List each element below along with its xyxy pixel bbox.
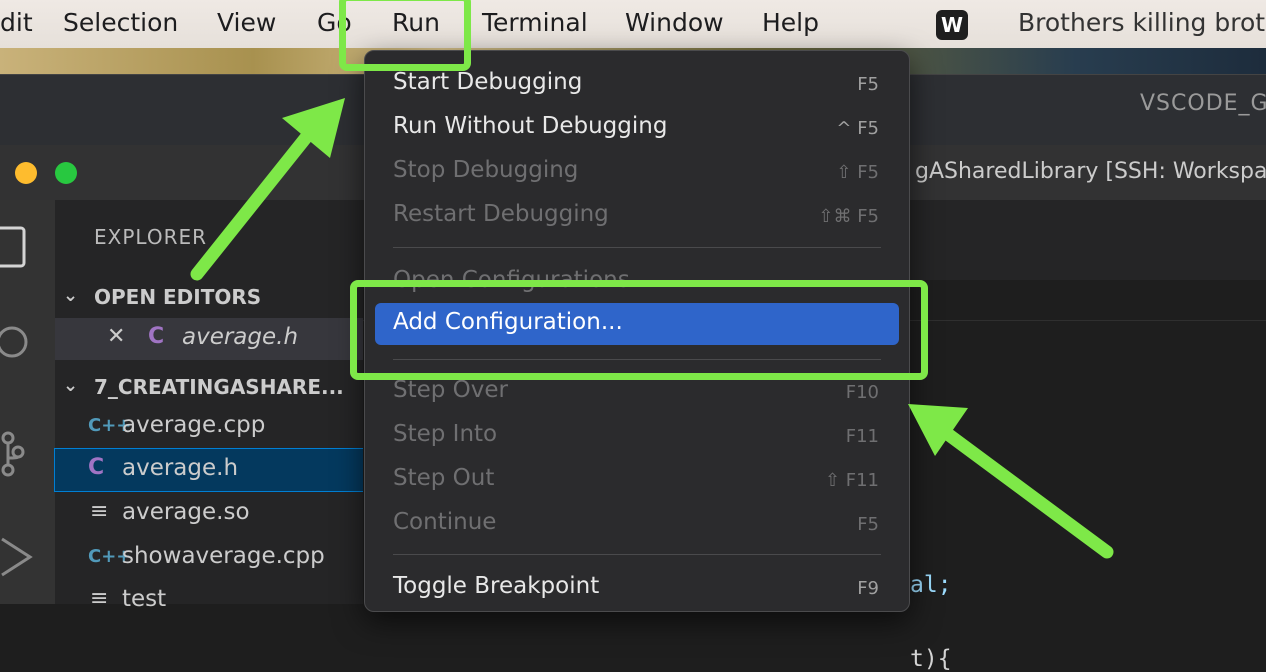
menu-window[interactable]: Window	[625, 8, 724, 37]
menu-separator	[393, 554, 881, 555]
add-configuration-highlight	[350, 280, 928, 380]
menu-item-shortcut: F5	[857, 514, 879, 535]
toggle-breakpoint-item[interactable]: Toggle Breakpoint F9	[375, 567, 899, 609]
search-icon[interactable]	[0, 322, 36, 362]
activity-bar	[0, 200, 55, 604]
menu-item-shortcut: ⇧ F5	[836, 162, 879, 183]
menu-terminal[interactable]: Terminal	[482, 8, 588, 37]
background-window-title: VSCODE_G	[1140, 91, 1266, 116]
file-name: showaverage.cpp	[122, 543, 325, 569]
file-name: average.so	[122, 499, 250, 525]
menu-separator	[393, 247, 881, 248]
menu-item-shortcut: F5	[857, 74, 879, 95]
file-item[interactable]: C++ showaverage.cpp	[55, 537, 363, 579]
stop-debugging-item: Stop Debugging ⇧ F5	[375, 151, 899, 193]
code-line: t){	[910, 646, 952, 672]
menu-edit[interactable]: dit	[0, 8, 33, 37]
source-control-icon[interactable]	[0, 430, 36, 480]
run-without-debugging-item[interactable]: Run Without Debugging ^ F5	[375, 107, 899, 149]
restart-debugging-item: Restart Debugging ⇧⌘ F5	[375, 195, 899, 237]
step-out-item: Step Out ⇧ F11	[375, 459, 899, 501]
chevron-down-icon: ⌄	[63, 375, 79, 396]
menu-item-label: Continue	[393, 509, 497, 535]
c-file-icon: C	[148, 324, 165, 349]
menu-view[interactable]: View	[217, 8, 276, 37]
open-editors-label: OPEN EDITORS	[94, 285, 262, 309]
menu-selection[interactable]: Selection	[63, 8, 178, 37]
macos-menu-bar: dit Selection View Go Run Terminal Windo…	[0, 0, 1266, 48]
explorer-icon[interactable]	[0, 222, 30, 272]
continue-item: Continue F5	[375, 503, 899, 545]
menu-help[interactable]: Help	[762, 8, 819, 37]
minimize-button[interactable]	[15, 162, 37, 184]
now-playing-text[interactable]: Brothers killing brot	[1018, 8, 1265, 37]
close-icon[interactable]: ✕	[107, 324, 125, 349]
step-into-item: Step Into F11	[375, 415, 899, 457]
file-item-selected[interactable]: C average.h	[54, 448, 364, 492]
menu-item-shortcut: ⇧⌘ F5	[818, 206, 879, 227]
open-editor-name: average.h	[182, 324, 299, 350]
run-debug-icon[interactable]	[0, 535, 36, 585]
menu-item-label: Step Over	[393, 377, 508, 403]
code-line: al;	[910, 572, 952, 598]
menu-item-label: Run Without Debugging	[393, 113, 668, 139]
folder-label: 7_CREATINGASHARE...	[94, 375, 344, 399]
file-item[interactable]: ≡ average.so	[55, 493, 363, 535]
chevron-down-icon: ⌄	[63, 285, 79, 306]
wps-icon[interactable]: W	[936, 10, 968, 40]
file-name: average.h	[122, 455, 239, 481]
menu-item-label: Stop Debugging	[393, 157, 579, 183]
menu-item-shortcut: F11	[845, 426, 879, 447]
menu-item-label: Step Into	[393, 421, 498, 447]
window-title: gASharedLibrary [SSH: Workspa	[915, 159, 1266, 184]
maximize-button[interactable]	[55, 162, 77, 184]
menu-item-shortcut: F9	[857, 578, 879, 599]
text-file-icon: ≡	[90, 586, 109, 611]
menu-item-shortcut: ^ F5	[836, 118, 879, 139]
file-item[interactable]: ≡ test	[55, 580, 363, 622]
c-file-icon: C	[88, 455, 105, 480]
run-menu-highlight	[339, 0, 471, 71]
file-name: test	[122, 586, 167, 612]
menu-item-shortcut: ⇧ F11	[824, 470, 879, 491]
folder-section[interactable]: ⌄ 7_CREATINGASHARE...	[55, 367, 363, 407]
menu-item-shortcut: F10	[845, 382, 879, 403]
explorer-sidebar: EXPLORER ⌄ OPEN EDITORS ✕ C average.h ⌄ …	[54, 200, 364, 612]
text-file-icon: ≡	[90, 499, 109, 524]
file-item[interactable]: C++ average.cpp	[55, 406, 363, 448]
open-editors-section[interactable]: ⌄ OPEN EDITORS	[55, 277, 363, 317]
explorer-title: EXPLORER	[94, 225, 207, 249]
menu-item-label: Toggle Breakpoint	[393, 573, 600, 599]
file-name: average.cpp	[122, 412, 266, 438]
menu-item-label: Step Out	[393, 465, 495, 491]
menu-item-label: Restart Debugging	[393, 201, 609, 227]
menu-item-label: Start Debugging	[393, 69, 583, 95]
open-editor-item[interactable]: ✕ C average.h	[55, 318, 363, 360]
